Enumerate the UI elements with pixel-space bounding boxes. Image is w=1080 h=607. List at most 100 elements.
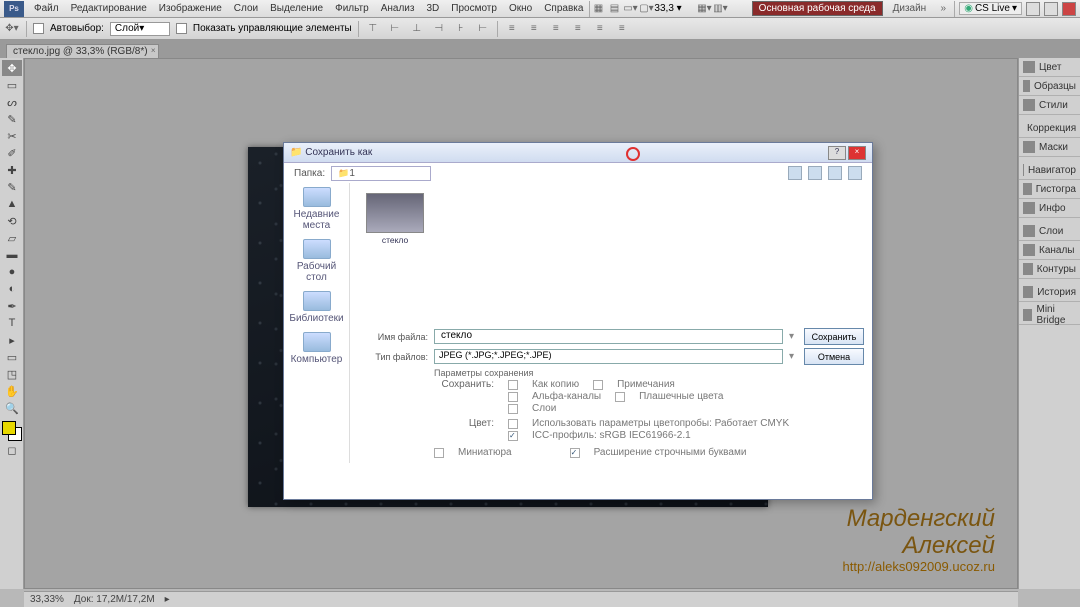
arrange-docs-icon[interactable]: ▭▾ [622, 1, 638, 17]
gradient-tool[interactable]: ▬ [2, 247, 22, 263]
alpha-checkbox[interactable] [508, 392, 518, 402]
copy-checkbox[interactable] [508, 380, 518, 390]
panel-styles[interactable]: Стили [1019, 96, 1080, 115]
distribute-6-icon[interactable]: ≡ [614, 21, 630, 37]
new-folder-icon[interactable] [828, 166, 842, 180]
menu-image[interactable]: Изображение [153, 3, 228, 14]
healing-tool[interactable]: ✚ [2, 162, 22, 178]
filename-input[interactable]: стекло [434, 329, 783, 344]
panel-histogram[interactable]: Гистогра [1019, 180, 1080, 199]
move-tool[interactable]: ✥ [2, 60, 22, 76]
panel-channels[interactable]: Каналы [1019, 241, 1080, 260]
distribute-1-icon[interactable]: ≡ [504, 21, 520, 37]
panel-history[interactable]: История [1019, 283, 1080, 302]
menu-view[interactable]: Просмотр [445, 3, 503, 14]
quickmask-tool[interactable]: ◻ [2, 442, 22, 458]
menu-help[interactable]: Справка [538, 3, 589, 14]
panel-masks[interactable]: Маски [1019, 138, 1080, 157]
align-right-icon[interactable]: ⊢ [475, 21, 491, 37]
stamp-tool[interactable]: ▲ [2, 196, 22, 212]
history-brush-tool[interactable]: ⟲ [2, 213, 22, 229]
dialog-help-button[interactable]: ? [828, 146, 846, 160]
menu-3d[interactable]: 3D [420, 3, 445, 14]
thumbnail-checkbox[interactable] [434, 448, 444, 458]
panel-minibridge[interactable]: Mini Bridge [1019, 306, 1080, 325]
foreground-color[interactable] [2, 421, 16, 435]
align-vcenter-icon[interactable]: ⊢ [387, 21, 403, 37]
guides-icon[interactable]: ▥▾ [712, 1, 728, 17]
eyedropper-tool[interactable]: ✐ [2, 145, 22, 161]
zoom-select[interactable]: 33,3 ▾ [654, 3, 696, 14]
dialog-titlebar[interactable]: 📁 Сохранить как ? × [284, 143, 872, 163]
color-swatches[interactable] [2, 421, 21, 441]
blur-tool[interactable]: ● [2, 264, 22, 280]
menu-analysis[interactable]: Анализ [375, 3, 421, 14]
notes-checkbox[interactable] [593, 380, 603, 390]
close-button[interactable] [1062, 2, 1076, 16]
menu-edit[interactable]: Редактирование [65, 3, 153, 14]
align-left-icon[interactable]: ⊣ [431, 21, 447, 37]
panel-layers[interactable]: Слои [1019, 222, 1080, 241]
menu-window[interactable]: Окно [503, 3, 538, 14]
file-thumbnail[interactable]: стекло [364, 193, 426, 245]
menu-filter[interactable]: Фильтр [329, 3, 375, 14]
distribute-5-icon[interactable]: ≡ [592, 21, 608, 37]
dialog-close-button[interactable]: × [848, 146, 866, 160]
launch-bridge-icon[interactable]: ▦ [590, 1, 606, 17]
close-tab-icon[interactable]: × [151, 46, 156, 55]
workspace-button[interactable]: Основная рабочая среда [752, 1, 883, 16]
dialog-file-area[interactable]: стекло Имя файла: стекло ▾ Сохранить Тип… [350, 183, 872, 463]
view-extras-icon[interactable]: ▤ [606, 1, 622, 17]
crop-tool[interactable]: ✂ [2, 128, 22, 144]
menu-layers[interactable]: Слои [228, 3, 264, 14]
canvas-area[interactable]: 📁 Сохранить как ? × Папка: 📁 1 Недавние … [24, 58, 1018, 589]
zoom-tool[interactable]: 🔍 [2, 400, 22, 416]
maximize-button[interactable] [1044, 2, 1058, 16]
cslive-button[interactable]: ◉CS Live▾ [959, 2, 1022, 15]
distribute-4-icon[interactable]: ≡ [570, 21, 586, 37]
hand-tool[interactable]: ✋ [2, 383, 22, 399]
panel-swatches[interactable]: Образцы [1019, 77, 1080, 96]
up-icon[interactable] [808, 166, 822, 180]
icc-checkbox[interactable] [508, 431, 518, 441]
panel-paths[interactable]: Контуры [1019, 260, 1080, 279]
lasso-tool[interactable]: ᔕ [2, 94, 22, 110]
layers-checkbox[interactable] [508, 404, 518, 414]
3d-tool[interactable]: ◳ [2, 366, 22, 382]
save-button[interactable]: Сохранить [804, 328, 864, 345]
shape-tool[interactable]: ▭ [2, 349, 22, 365]
back-icon[interactable] [788, 166, 802, 180]
menu-file[interactable]: Файл [28, 3, 65, 14]
expand-workspaces-icon[interactable]: » [936, 3, 950, 14]
eraser-tool[interactable]: ▱ [2, 230, 22, 246]
align-top-icon[interactable]: ⊤ [365, 21, 381, 37]
auto-select-checkbox[interactable] [33, 23, 44, 34]
pen-tool[interactable]: ✒ [2, 298, 22, 314]
panel-navigator[interactable]: Навигатор [1019, 161, 1080, 180]
brush-tool[interactable]: ✎ [2, 179, 22, 195]
distribute-2-icon[interactable]: ≡ [526, 21, 542, 37]
menu-select[interactable]: Выделение [264, 3, 329, 14]
side-computer[interactable]: Компьютер [286, 332, 347, 365]
status-docinfo[interactable]: Док: 17,2M/17,2M [74, 594, 155, 605]
folder-select[interactable]: 📁 1 [331, 166, 431, 181]
panel-info[interactable]: Инфо [1019, 199, 1080, 218]
distribute-3-icon[interactable]: ≡ [548, 21, 564, 37]
screen-mode-icon[interactable]: ▢▾ [638, 1, 654, 17]
grid-icon[interactable]: ▦▾ [696, 1, 712, 17]
path-select-tool[interactable]: ▸ [2, 332, 22, 348]
type-tool[interactable]: T [2, 315, 22, 331]
design-label[interactable]: Дизайн [887, 3, 933, 14]
marquee-tool[interactable]: ▭ [2, 77, 22, 93]
document-tab[interactable]: стекло.jpg @ 33,3% (RGB/8*) × [6, 44, 159, 58]
dodge-tool[interactable]: ◐ [2, 281, 22, 297]
align-hcenter-icon[interactable]: ⊦ [453, 21, 469, 37]
auto-select-type[interactable]: Слой ▾ [110, 22, 170, 36]
lowercase-ext-checkbox[interactable] [570, 448, 580, 458]
side-libraries[interactable]: Библиотеки [286, 291, 347, 324]
show-transform-checkbox[interactable] [176, 23, 187, 34]
spot-checkbox[interactable] [615, 392, 625, 402]
panel-color[interactable]: Цвет [1019, 58, 1080, 77]
side-recent[interactable]: Недавние места [286, 187, 347, 231]
align-bottom-icon[interactable]: ⊥ [409, 21, 425, 37]
